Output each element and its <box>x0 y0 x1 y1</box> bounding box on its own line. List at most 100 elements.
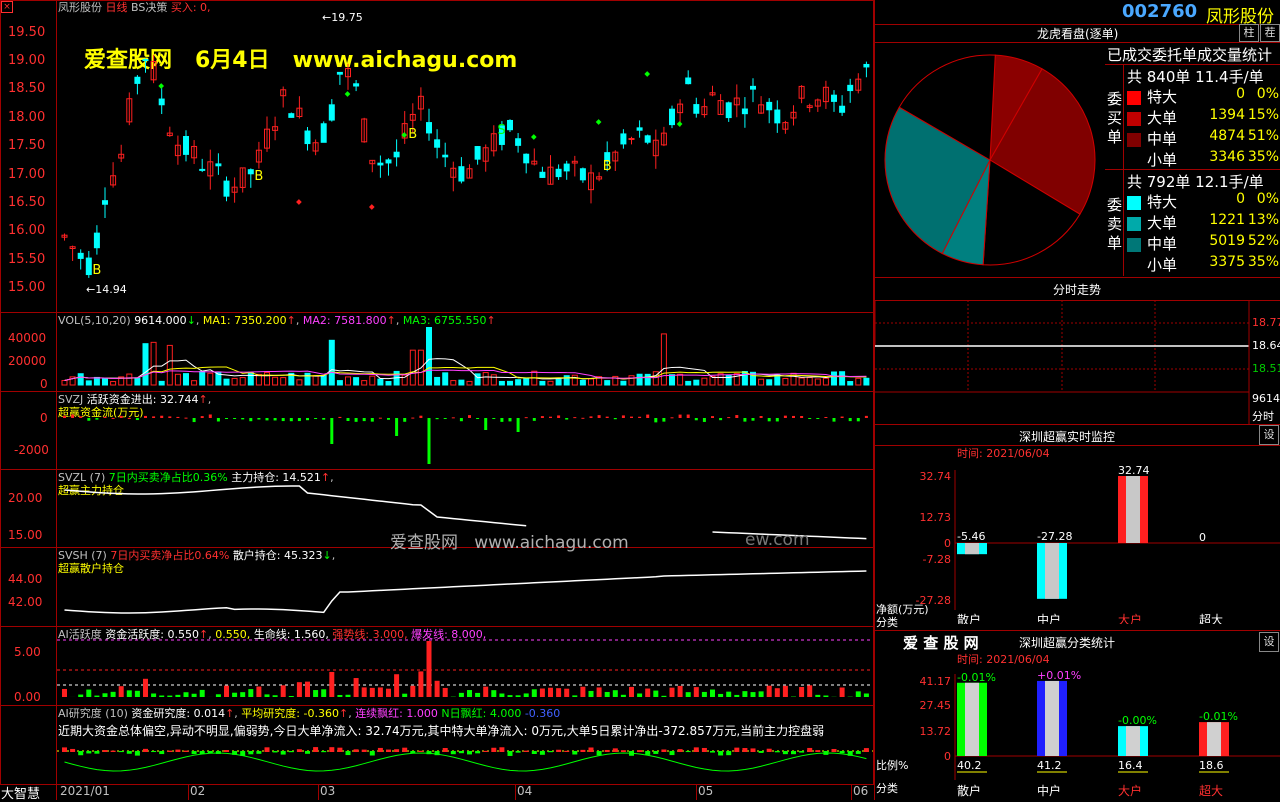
monitor-bar-inner <box>1126 476 1140 543</box>
research-bar <box>734 748 739 752</box>
class-change: -0.01% <box>1199 710 1238 723</box>
research-bar <box>289 751 294 752</box>
class-bar-inner <box>1126 726 1140 756</box>
research-bar <box>597 751 602 755</box>
research-bar <box>864 748 869 752</box>
research-bar <box>443 748 448 752</box>
research-bar <box>111 751 116 752</box>
research-bar <box>564 751 569 752</box>
research-bar <box>78 751 83 755</box>
order-value: 1221 <box>1201 212 1245 228</box>
research-bar <box>856 751 861 754</box>
research-bar <box>94 751 99 754</box>
legend-swatch <box>1127 217 1141 231</box>
research-bar <box>483 751 488 752</box>
class-bar-chart: 41.1727.4513.720-0.01%40.2散户+0.01%41.2中户… <box>875 650 1280 800</box>
class-cat: 分类 <box>876 780 898 796</box>
research-bar <box>524 751 529 752</box>
class-axis-tick: 27.45 <box>920 699 952 712</box>
research-bar <box>694 747 699 752</box>
fenshi-label: 分时 <box>1252 408 1274 424</box>
order-pct: 35% <box>1245 254 1279 270</box>
research-bar <box>370 751 375 756</box>
monitor-category: 中户 <box>1037 612 1061 624</box>
monitor-category: 大户 <box>1118 612 1142 624</box>
sell-total: 共 792单 12.1手/单 <box>1127 171 1264 192</box>
research-bars[interactable] <box>0 0 874 785</box>
monitor-value: 32.74 <box>1118 464 1150 477</box>
class-change: -0.00% <box>1118 714 1157 727</box>
date-tick: 05 <box>698 784 713 798</box>
date-tick-mark <box>188 784 189 800</box>
research-bar <box>103 750 108 752</box>
intraday-chart[interactable] <box>875 300 1280 424</box>
date-tick: 06 <box>853 784 868 798</box>
research-bar <box>532 751 537 754</box>
research-bar <box>710 751 715 753</box>
order-type-label: 小单 <box>1147 254 1177 275</box>
date-tick-mark <box>318 784 319 800</box>
class-bar-inner <box>965 683 979 756</box>
research-bar <box>832 749 837 752</box>
research-bar <box>475 751 480 753</box>
research-bar <box>799 751 804 753</box>
research-bar <box>556 750 561 752</box>
legend-swatch <box>1127 112 1141 126</box>
class-title: 深圳超赢分类统计 <box>1019 634 1115 651</box>
date-tick-mark <box>696 784 697 800</box>
order-type-label: 特大 <box>1147 191 1177 212</box>
order-type-label: 特大 <box>1147 86 1177 107</box>
monitor-bar-inner <box>1045 543 1059 599</box>
monitor-bar-chart: 32.7412.730-7.28-27.28-5.46散户-27.28中户32.… <box>875 444 1280 624</box>
research-bar <box>151 751 156 752</box>
order-pct: 0% <box>1245 191 1279 207</box>
tea-button[interactable]: 茬 <box>1260 24 1280 42</box>
legend-swatch <box>1127 196 1141 210</box>
legend-swatch <box>1127 133 1141 147</box>
fenshi-axis-3: 18.51 <box>1252 362 1280 375</box>
class-value: 16.4 <box>1118 759 1143 772</box>
research-curve <box>65 753 867 771</box>
order-value: 1394 <box>1201 107 1245 123</box>
class-change: -0.01% <box>957 671 996 684</box>
pillar-button[interactable]: 柱 <box>1239 24 1259 42</box>
research-bar <box>337 748 342 752</box>
stats-title: 已成交委托单成交量统计 <box>1107 44 1272 65</box>
fenshi-title: 分时走势 <box>1053 281 1101 298</box>
class-settings-button[interactable]: 设 <box>1259 632 1279 652</box>
class-category: 散户 <box>957 783 981 798</box>
order-type-label: 大单 <box>1147 107 1177 128</box>
monitor-axis-tick: 32.74 <box>920 470 952 483</box>
research-bar <box>386 750 391 752</box>
research-bar <box>613 748 618 752</box>
research-bar <box>767 749 772 752</box>
stats-mdivider <box>1105 169 1280 170</box>
monitor-axis-tick: 12.73 <box>920 511 952 524</box>
fenshi-axis-1: 18.77 <box>1252 316 1280 329</box>
order-value: 4874 <box>1201 128 1245 144</box>
monitor-settings-button[interactable]: 设 <box>1259 425 1279 445</box>
monitor-value: 0 <box>1199 531 1206 544</box>
stock-header: 002760 凤形股份 <box>875 0 1280 25</box>
order-type-label: 大单 <box>1147 212 1177 233</box>
research-bar <box>645 751 650 755</box>
research-bar <box>184 751 189 752</box>
class-change: +0.01% <box>1037 669 1081 682</box>
research-bar <box>605 750 610 752</box>
monitor-cat: 分类 <box>876 614 898 630</box>
legend-swatch <box>1127 259 1141 273</box>
research-bar <box>815 750 820 752</box>
monitor-value: -5.46 <box>957 530 985 543</box>
class-value: 18.6 <box>1199 759 1224 772</box>
research-bar <box>759 751 764 753</box>
stock-code: 002760 <box>1122 1 1197 22</box>
research-bar <box>321 751 326 752</box>
research-bar <box>670 751 675 755</box>
order-type-label: 小单 <box>1147 149 1177 170</box>
research-bar <box>508 751 513 756</box>
class-title-bar: 爱 查 股 网 深圳超赢分类统计 设 <box>875 630 1280 651</box>
stats-divider <box>1105 64 1280 65</box>
research-bar <box>86 751 91 753</box>
research-bar <box>119 751 124 752</box>
class-axis-tick: 41.17 <box>920 675 952 688</box>
